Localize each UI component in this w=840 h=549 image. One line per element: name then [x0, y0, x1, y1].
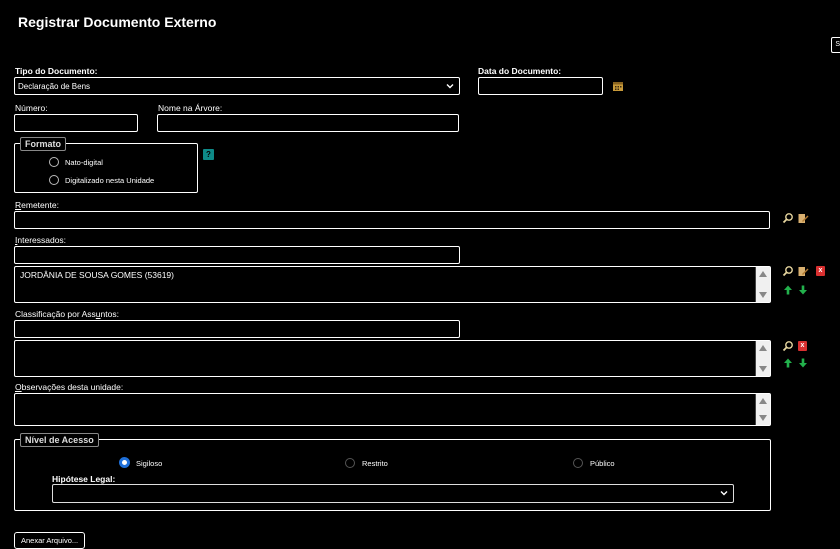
nivel-acesso-legend: Nível de Acesso [20, 433, 99, 447]
classificacao-input[interactable] [14, 320, 460, 338]
calendar-icon[interactable] [612, 80, 624, 92]
anexar-arquivo-button[interactable]: Anexar Arquivo... [14, 532, 86, 549]
data-documento-input[interactable] [478, 77, 603, 95]
sigiloso-radio[interactable] [119, 457, 130, 468]
restrito-label: Restrito [362, 459, 388, 468]
classificacao-label: Classificação por Assuntos: [15, 309, 119, 319]
numero-label: Número: [15, 103, 48, 113]
chevron-down-icon [719, 488, 729, 498]
remetente-label: Remetente: [15, 200, 59, 210]
remove-icon[interactable]: x [798, 341, 807, 351]
search-icon[interactable] [782, 265, 794, 277]
tipo-documento-select[interactable]: Declaração de Bens [14, 77, 460, 95]
help-icon[interactable]: ? [203, 149, 214, 160]
arrow-up-icon[interactable] [782, 284, 794, 296]
interessados-label: Interessados: [15, 235, 67, 245]
digitalizado-radio[interactable] [49, 175, 59, 185]
arrow-down-icon[interactable] [797, 284, 809, 296]
tipo-documento-value: Declaração de Bens [18, 82, 91, 91]
hipotese-legal-label: Hipótese Legal: [52, 474, 116, 484]
side-collapse-button[interactable]: S [831, 37, 840, 53]
remetente-input[interactable] [14, 211, 770, 229]
arrow-down-icon[interactable] [797, 357, 809, 369]
nome-arvore-label: Nome na Árvore: [158, 103, 223, 113]
interessados-scrollbar[interactable] [755, 267, 770, 302]
observacoes-textarea[interactable] [14, 393, 771, 426]
publico-label: Público [590, 459, 615, 468]
formato-legend: Formato [20, 137, 66, 151]
nome-arvore-input[interactable] [157, 114, 459, 132]
tipo-documento-label: Tipo do Documento: [15, 66, 98, 76]
chevron-down-icon [445, 81, 455, 91]
edit-icon[interactable] [797, 265, 809, 277]
classificacao-scrollbar[interactable] [755, 341, 770, 376]
edit-icon[interactable] [797, 212, 809, 224]
data-documento-label: Data do Documento: [478, 66, 562, 76]
hipotese-legal-select[interactable] [52, 484, 734, 503]
search-icon[interactable] [782, 212, 794, 224]
publico-radio[interactable] [573, 458, 583, 468]
classificacao-list[interactable] [14, 340, 771, 377]
restrito-radio[interactable] [345, 458, 355, 468]
nato-digital-label: Nato-digital [65, 158, 103, 167]
arrow-up-icon[interactable] [782, 357, 794, 369]
nato-digital-radio[interactable] [49, 157, 59, 167]
observacoes-label: Observações desta unidade: [15, 382, 124, 392]
remove-icon[interactable]: x [816, 266, 825, 276]
digitalizado-label: Digitalizado nesta Unidade [65, 176, 155, 185]
interessados-list[interactable]: JORDÂNIA DE SOUSA GOMES (53619) [14, 266, 771, 303]
numero-input[interactable] [14, 114, 138, 132]
page-title: Registrar Documento Externo [18, 14, 217, 30]
sigiloso-label: Sigiloso [136, 459, 163, 468]
search-icon[interactable] [782, 340, 794, 352]
interessados-input[interactable] [14, 246, 460, 264]
observacoes-scrollbar[interactable] [755, 394, 770, 425]
list-item[interactable]: JORDÂNIA DE SOUSA GOMES (53619) [20, 270, 174, 280]
